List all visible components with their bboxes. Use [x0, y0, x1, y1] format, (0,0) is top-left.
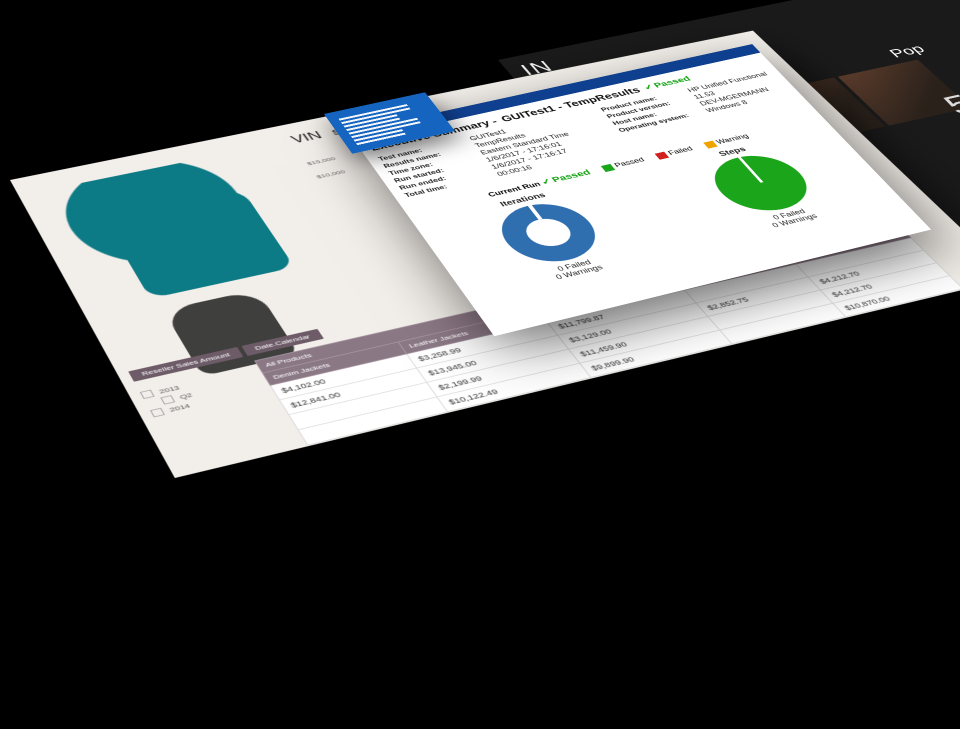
swatch-warning-icon [703, 141, 718, 149]
legend-passed: Passed [613, 156, 646, 168]
year-picker[interactable]: 2013 Q2 2014 [140, 382, 199, 417]
swatch-failed-icon [655, 152, 670, 160]
swatch-passed-icon [601, 164, 616, 172]
steps-chart: Steps 0 Failed 0 Warnings [691, 140, 838, 234]
quarter-label: Q2 [178, 391, 193, 400]
chart-y-axis: $15,000 $10,000 [303, 152, 350, 184]
expand-icon[interactable] [160, 395, 175, 405]
expand-icon[interactable] [150, 408, 165, 418]
year-label: 2014 [168, 402, 191, 413]
legend-failed: Failed [666, 145, 694, 156]
iterations-chart: Iterations 0 Failed 0 Warnings [479, 187, 623, 285]
expand-icon[interactable] [140, 390, 155, 399]
legend-warning: Warning [714, 133, 750, 146]
hoodie-image [47, 156, 288, 303]
brand-label: VIN [288, 129, 325, 146]
